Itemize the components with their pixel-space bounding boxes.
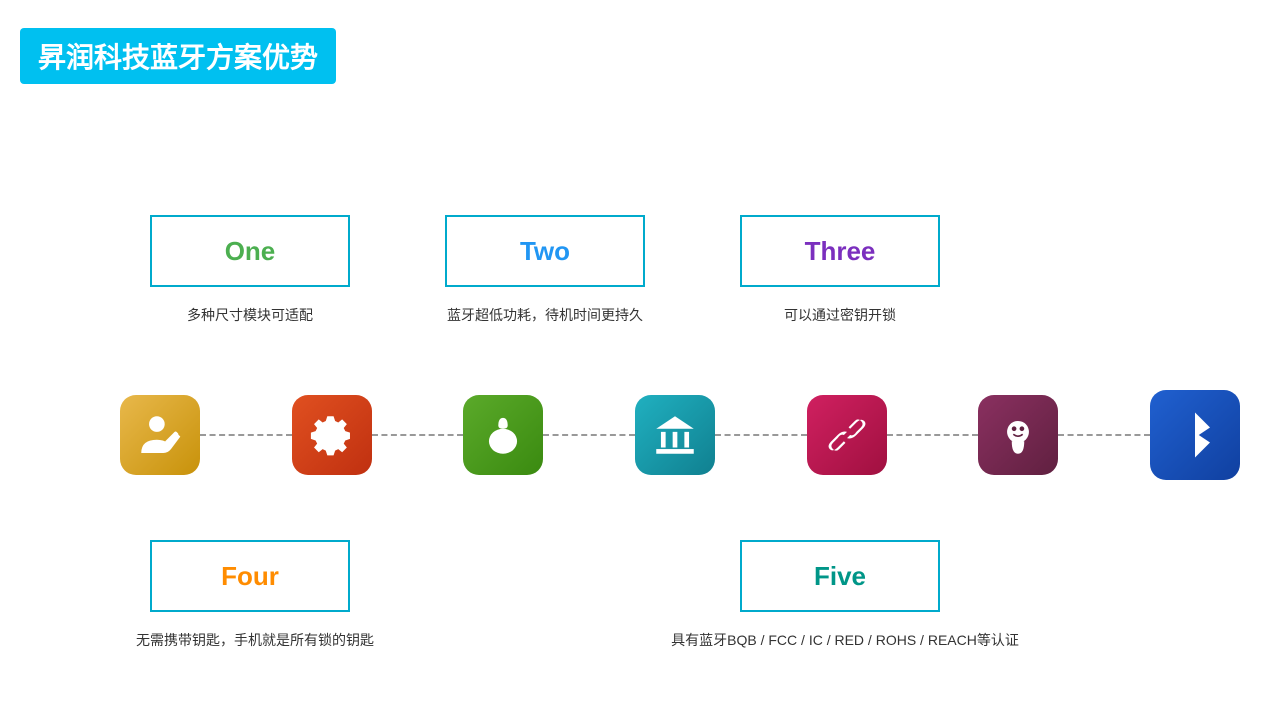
box-five-subtext: 具有蓝牙BQB / FCC / IC / RED / ROHS / REACH等… — [630, 630, 1060, 650]
box-five-label: Five — [814, 561, 866, 592]
dashed-line-2 — [372, 434, 464, 436]
icon-gear — [292, 395, 372, 475]
box-one-label: One — [225, 236, 276, 267]
box-four-label: Four — [221, 561, 279, 592]
icon-link — [807, 395, 887, 475]
dashed-line-4 — [715, 434, 807, 436]
dashed-line-1 — [200, 434, 292, 436]
icon-bluetooth — [1150, 390, 1240, 480]
box-three: Three — [740, 215, 940, 287]
box-two-subtext: 蓝牙超低功耗，待机时间更持久 — [425, 305, 665, 325]
page-title-bar: 昇润科技蓝牙方案优势 — [20, 28, 336, 84]
box-one-subtext: 多种尺寸模块可适配 — [150, 305, 350, 325]
box-three-label: Three — [805, 236, 876, 267]
box-three-subtext: 可以通过密钥开锁 — [740, 305, 940, 325]
box-five: Five — [740, 540, 940, 612]
box-four: Four — [150, 540, 350, 612]
icon-moneybag: $ — [463, 395, 543, 475]
box-four-subtext: 无需携带钥匙，手机就是所有锁的钥匙 — [90, 630, 420, 650]
svg-text:$: $ — [499, 434, 507, 450]
box-two: Two — [445, 215, 645, 287]
page-title: 昇润科技蓝牙方案优势 — [38, 42, 318, 73]
icon-bank — [635, 395, 715, 475]
icon-brain — [978, 395, 1058, 475]
dashed-line-6 — [1058, 434, 1150, 436]
dashed-line-3 — [543, 434, 635, 436]
dashed-line-5 — [887, 434, 979, 436]
icon-row: $ — [120, 390, 1240, 480]
box-one: One — [150, 215, 350, 287]
icon-person — [120, 395, 200, 475]
box-two-label: Two — [520, 236, 570, 267]
